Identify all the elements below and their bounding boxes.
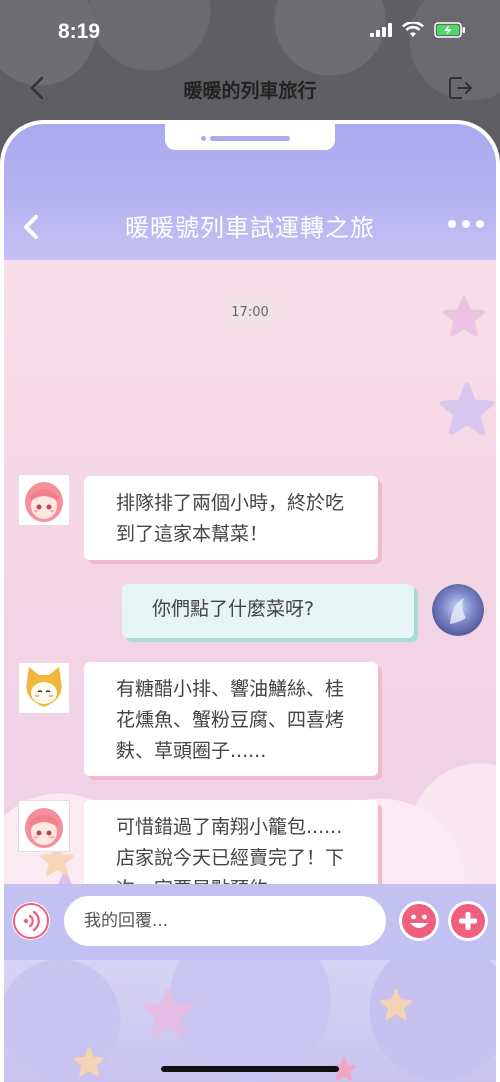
avatar-cat-hood-character[interactable]	[18, 662, 70, 714]
emoji-button[interactable]	[399, 901, 439, 941]
exit-icon[interactable]	[446, 74, 474, 102]
plus-icon	[451, 904, 485, 938]
signal-icon	[370, 23, 392, 37]
notch-bar	[210, 136, 290, 141]
voice-button[interactable]	[12, 902, 50, 940]
reply-input[interactable]	[64, 896, 386, 946]
chat-area[interactable]: 17:00 排隊排了兩個小時，終於吃到了這家本幫菜！ 你們點了什麼菜呀? 有糖醋…	[0, 260, 500, 884]
star-icon	[74, 1047, 104, 1077]
message-bubble-self[interactable]: 你們點了什麼菜呀?	[122, 584, 414, 638]
footer-decoration	[0, 960, 500, 1082]
avatar-pink-hair-girl[interactable]	[18, 474, 70, 526]
outer-header: 暖暖的列車旅行	[0, 66, 500, 112]
timestamp-chip: 17:00	[226, 298, 274, 328]
chat-header: 暖暖號列車試運轉之旅	[0, 120, 500, 260]
message-bubble[interactable]: 可惜錯過了南翔小籠包......店家說今天已經賣完了！下次一定要早點預約><	[84, 800, 378, 884]
star-icon	[443, 296, 485, 337]
outer-title: 暖暖的列車旅行	[183, 80, 317, 102]
dot	[448, 220, 456, 228]
status-bar: 8:19	[0, 0, 500, 64]
user-avatar-icon	[432, 584, 484, 636]
message-text: 排隊排了兩個小時，終於吃到了這家本幫菜！	[116, 492, 345, 545]
more-options-icon[interactable]	[448, 220, 484, 228]
star-icon	[380, 989, 412, 1020]
star-icon	[143, 988, 193, 1036]
message-bubble[interactable]: 有糖醋小排、響油鱔絲、桂花燻魚、蟹粉豆腐、四喜烤麩、草頭圈子......	[84, 662, 378, 776]
avatar-user[interactable]	[432, 584, 484, 636]
girl-avatar-icon	[19, 475, 69, 525]
dot	[462, 220, 470, 228]
battery-charging-icon	[434, 22, 465, 38]
smiley-icon	[402, 904, 436, 938]
voice-icon	[13, 903, 49, 939]
wifi-icon	[402, 22, 424, 37]
notch-dot	[201, 136, 206, 141]
notch	[165, 120, 335, 150]
dot	[476, 220, 484, 228]
phone-frame: 暖暖號列車試運轉之旅 17:00 排隊排了兩個小時，終於吃到了這家本幫菜！ 你們…	[0, 120, 500, 1082]
avatar-pink-hair-girl[interactable]	[18, 800, 70, 852]
status-icons	[370, 22, 466, 38]
input-bar	[0, 884, 500, 960]
girl-avatar-icon	[19, 801, 69, 851]
message-bubble[interactable]: 排隊排了兩個小時，終於吃到了這家本幫菜！	[84, 476, 378, 560]
message-text: 有糖醋小排、響油鱔絲、桂花燻魚、蟹粉豆腐、四喜烤麩、草頭圈子......	[116, 678, 345, 762]
star-icon	[439, 382, 495, 436]
add-button[interactable]	[448, 901, 488, 941]
message-text: 你們點了什麼菜呀?	[152, 598, 315, 620]
message-text: 可惜錯過了南翔小籠包......店家說今天已經賣完了！下次一定要早點預約><	[116, 816, 345, 884]
status-time: 8:19	[58, 20, 101, 43]
home-indicator[interactable]	[161, 1066, 339, 1072]
chat-back-icon[interactable]	[18, 212, 44, 242]
cat-avatar-icon	[19, 663, 69, 713]
chat-title: 暖暖號列車試運轉之旅	[125, 214, 375, 242]
